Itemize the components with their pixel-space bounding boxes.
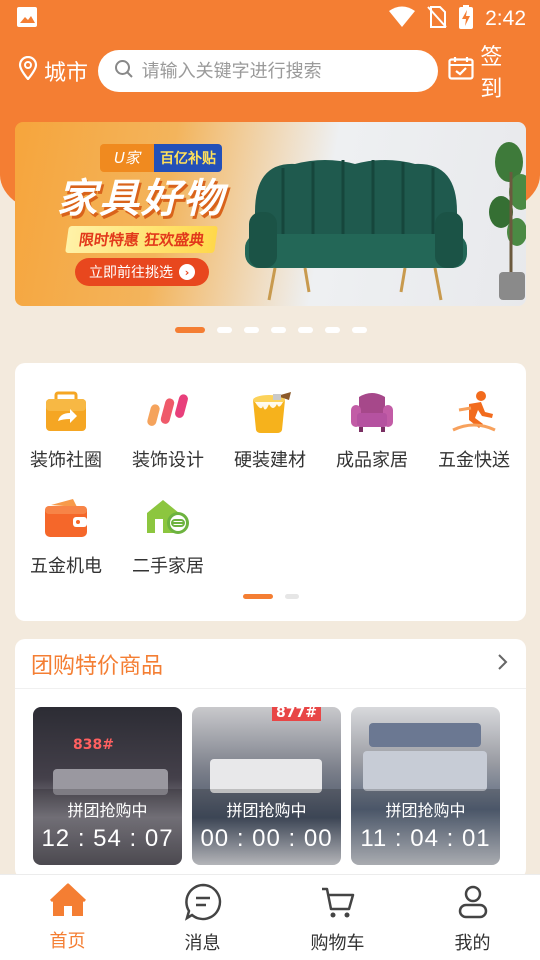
- product-card[interactable]: 838# 拼团抢购中 12 : 54 : 07: [33, 707, 182, 865]
- product-countdown: 00 : 00 : 00: [200, 825, 333, 852]
- brush-strokes-icon: [144, 388, 192, 436]
- category-label: 二手家居: [132, 556, 204, 577]
- search-icon: [114, 59, 134, 83]
- category-label: 装饰社圈: [30, 450, 102, 471]
- product-status: 拼团抢购中: [226, 801, 307, 820]
- category-label: 成品家居: [336, 450, 408, 471]
- signin-button[interactable]: 签到: [448, 39, 524, 103]
- wifi-icon: [389, 6, 416, 32]
- carousel-dot: [244, 327, 259, 333]
- house-link-icon: [144, 494, 192, 542]
- product-status: 拼团抢购中: [67, 801, 148, 820]
- bed-image: [210, 759, 322, 793]
- banner-subtitle: 限时特惠 狂欢盛典: [65, 226, 219, 253]
- page-dot-active: [243, 594, 273, 599]
- search-box[interactable]: [97, 50, 439, 92]
- banner-cta-button[interactable]: 立即前往挑选 ›: [75, 258, 209, 286]
- battery-charging-icon: [459, 5, 474, 33]
- product-list: 838# 拼团抢购中 12 : 54 : 07 877# 拼团抢购中 00 : …: [33, 707, 500, 865]
- product-card[interactable]: 拼团抢购中 11 : 04 : 01: [351, 707, 500, 865]
- home-icon: [49, 883, 86, 923]
- city-label: 城市: [44, 61, 89, 86]
- category-label: 五金快送: [438, 450, 510, 471]
- group-buy-section: 团购特价商品 838# 拼团抢购中 12 : 54 : 07 877# 拼团抢购…: [15, 639, 526, 879]
- tab-home[interactable]: 首页: [0, 875, 135, 960]
- category-decoration-circle[interactable]: 装饰社圈: [15, 388, 117, 472]
- carousel-dot: [217, 327, 232, 333]
- bottom-tab-bar: 首页 消息 购物车 我的: [0, 874, 540, 960]
- category-decoration-design[interactable]: 装饰设计: [117, 388, 219, 472]
- signin-label: 签到: [480, 45, 503, 102]
- delivery-runner-icon: [450, 388, 498, 436]
- product-signage: 838#: [73, 737, 114, 753]
- category-finished-furniture[interactable]: 成品家居: [321, 388, 423, 472]
- banner-carousel-indicator: [175, 327, 367, 333]
- category-hardware-electrical[interactable]: 五金机电: [15, 494, 117, 578]
- category-building-materials[interactable]: 硬装建材: [219, 388, 321, 472]
- armchair-icon: [348, 388, 396, 436]
- tab-messages[interactable]: 消息: [135, 875, 270, 960]
- product-countdown: 11 : 04 : 01: [360, 825, 491, 852]
- paint-bucket-icon: [246, 388, 294, 436]
- product-countdown: 12 : 54 : 07: [41, 825, 174, 852]
- carousel-dot: [271, 327, 286, 333]
- chevron-right-icon[interactable]: [496, 652, 510, 676]
- banner-cta-label: 立即前往挑选: [89, 265, 173, 281]
- tab-label: 购物车: [310, 933, 365, 954]
- no-sim-icon: [427, 5, 447, 33]
- tab-label: 消息: [184, 933, 221, 954]
- category-page-indicator: [243, 594, 299, 599]
- message-icon: [184, 883, 222, 925]
- clock: 2:42: [485, 7, 526, 30]
- tab-cart[interactable]: 购物车: [270, 875, 405, 960]
- carousel-dot: [325, 327, 340, 333]
- profile-icon: [454, 883, 492, 925]
- page-dot: [285, 594, 299, 599]
- cart-icon: [319, 883, 357, 925]
- gallery-notification-icon: [16, 6, 38, 32]
- wallet-icon: [42, 494, 90, 542]
- carousel-dot: [298, 327, 313, 333]
- product-status: 拼团抢购中: [385, 801, 466, 820]
- tab-label: 我的: [454, 933, 491, 954]
- search-input[interactable]: [141, 60, 423, 82]
- status-bar: 2:42: [0, 0, 540, 38]
- folder-share-icon: [42, 388, 90, 436]
- location-pin-icon: [18, 55, 38, 86]
- category-hardware-delivery[interactable]: 五金快送: [423, 388, 525, 472]
- category-label: 硬装建材: [234, 450, 306, 471]
- product-card[interactable]: 877# 拼团抢购中 00 : 00 : 00: [192, 707, 341, 865]
- group-buy-header[interactable]: 团购特价商品: [15, 639, 526, 689]
- category-label: 装饰设计: [132, 450, 204, 471]
- category-card: 装饰社圈 装饰设计 硬装建材 成品家居 五金快送 五金机电 二手家居: [15, 363, 526, 621]
- sofa-image: [245, 160, 467, 301]
- bed-image: [363, 751, 487, 791]
- plant-image: [489, 142, 526, 300]
- tab-label: 首页: [49, 931, 86, 952]
- top-bar: 城市 签到: [0, 45, 540, 102]
- tab-profile[interactable]: 我的: [405, 875, 540, 960]
- calendar-check-icon: [448, 56, 474, 86]
- category-grid: 装饰社圈 装饰设计 硬装建材 成品家居 五金快送 五金机电 二手家居: [15, 388, 526, 578]
- group-buy-title: 团购特价商品: [31, 653, 164, 679]
- promo-banner[interactable]: U家 百亿补贴 家具好物 限时特惠 狂欢盛典 立即前往挑选 ›: [15, 122, 526, 306]
- carousel-dot: [352, 327, 367, 333]
- product-signage: 877#: [272, 707, 321, 721]
- bed-image: [369, 723, 481, 747]
- category-label: 五金机电: [30, 556, 102, 577]
- city-selector[interactable]: 城市: [18, 55, 98, 87]
- carousel-dot: [175, 327, 205, 333]
- category-second-hand[interactable]: 二手家居: [117, 494, 219, 578]
- chevron-right-icon: ›: [179, 264, 195, 280]
- banner-title: 家具好物: [57, 175, 225, 222]
